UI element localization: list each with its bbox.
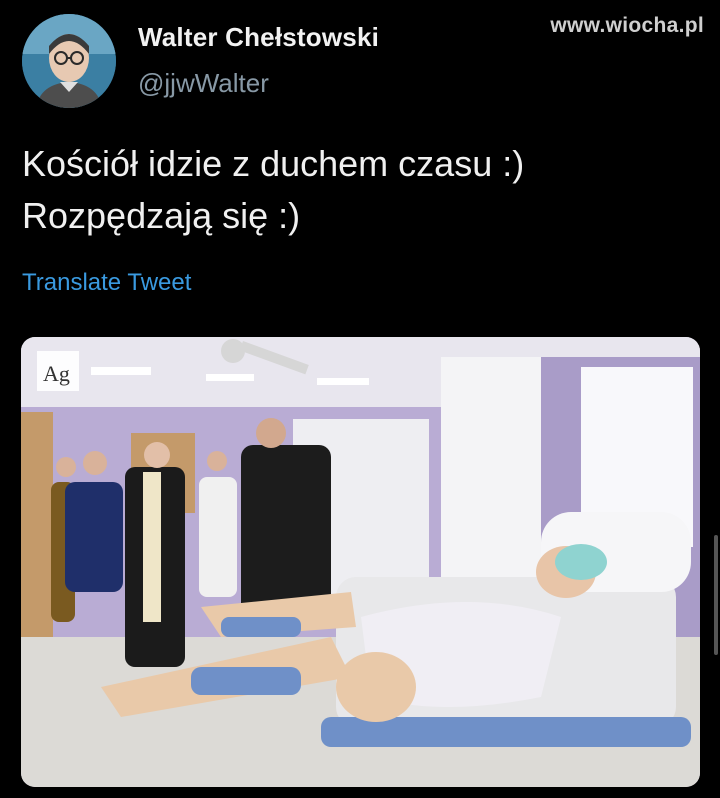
tweet-text-line: Kościół idzie z duchem czasu :) [22,143,525,184]
photo-badge-label: Ag [43,361,70,386]
user-avatar-icon [22,14,116,108]
display-name[interactable]: Walter Chełstowski [138,22,379,53]
avatar[interactable] [22,14,116,108]
tweet-text-line: Rozpędzają się :) [22,195,301,236]
tweet-text: Kościół idzie z duchem czasu :) Rozpędza… [22,138,702,242]
translate-tweet-link[interactable]: Translate Tweet [22,269,191,297]
scrollbar-thumb[interactable] [714,535,718,655]
user-handle[interactable]: @jjwWalter [138,68,269,99]
watermark: www.wiocha.pl [550,14,704,37]
tweet-media-image[interactable]: Ag [21,337,700,787]
hospital-room-photo-icon: Ag [21,337,700,787]
